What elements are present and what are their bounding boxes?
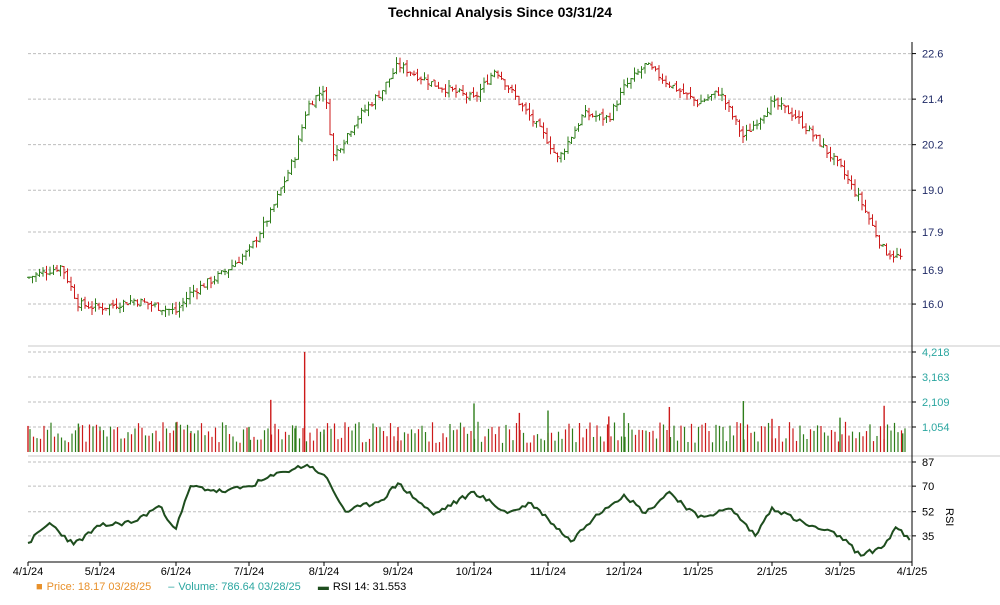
price-tick-label: 17.9 <box>922 227 943 239</box>
rsi-line <box>27 463 911 557</box>
price-tick-label: 22.6 <box>922 49 943 61</box>
legend-volume-label: Volume: 786.64 03/28/25 <box>178 581 301 593</box>
volume-tick-label: 2,109 <box>922 397 950 409</box>
chart-stage: Technical Analysis Since 03/31/24 22.6 21… <box>0 0 1000 600</box>
x-tick-label: 4/1/25 <box>897 566 928 578</box>
x-tick-label: 11/1/24 <box>530 566 566 578</box>
legend-volume-marker: – <box>168 581 175 593</box>
legend-rsi: ▬ RSI 14: 31.553 <box>318 581 406 593</box>
volume-tick-label: 1,054 <box>922 422 950 434</box>
legend-price: ■ Price: 18.17 03/28/25 <box>36 581 151 593</box>
x-tick-label: 10/1/24 <box>456 566 493 578</box>
x-tick-label: 2/1/25 <box>757 566 788 578</box>
legend-volume: – Volume: 786.64 03/28/25 <box>168 581 300 593</box>
volume-tick-label: 4,218 <box>922 347 950 359</box>
price-tick-label: 16.0 <box>922 299 943 311</box>
price-tick-label: 20.2 <box>922 140 943 152</box>
x-tick-label: 12/1/24 <box>606 566 643 578</box>
chart-svg: 22.6 21.4 20.2 19.0 17.9 16.9 16.0 4,218 3,163 2,… <box>13 42 1000 578</box>
x-tick-label: 6/1/24 <box>161 566 192 578</box>
x-tick-label: 5/1/24 <box>85 566 116 578</box>
rsi-tick-label: 87 <box>922 457 934 469</box>
legend-rsi-marker: ▬ <box>317 581 329 593</box>
rsi-tick-label: 52 <box>922 507 934 519</box>
x-tick-label: 1/1/25 <box>683 566 714 578</box>
rsi-tick-label: 70 <box>922 481 934 493</box>
x-tick-label: 9/1/24 <box>383 566 414 578</box>
chart-title: Technical Analysis Since 03/31/24 <box>387 4 613 20</box>
rsi-axis-label: RSI <box>943 508 955 526</box>
x-tick-label: 4/1/24 <box>13 566 44 578</box>
x-tick-label: 8/1/24 <box>309 566 340 578</box>
legend: ■ Price: 18.17 03/28/25 – Volume: 786.64 0… <box>36 581 420 595</box>
price-tick-label: 16.9 <box>922 265 943 277</box>
price-tick-label: 19.0 <box>922 185 943 197</box>
legend-price-label: Price: 18.17 03/28/25 <box>46 581 152 593</box>
legend-price-marker: ■ <box>36 581 43 593</box>
legend-rsi-label: RSI 14: 31.553 <box>332 581 407 593</box>
volume-tick-label: 3,163 <box>922 372 950 384</box>
rsi-tick-label: 35 <box>922 531 934 543</box>
x-tick-label: 3/1/25 <box>825 566 856 578</box>
x-tick-label: 7/1/24 <box>234 566 265 578</box>
price-tick-label: 21.4 <box>922 94 943 106</box>
